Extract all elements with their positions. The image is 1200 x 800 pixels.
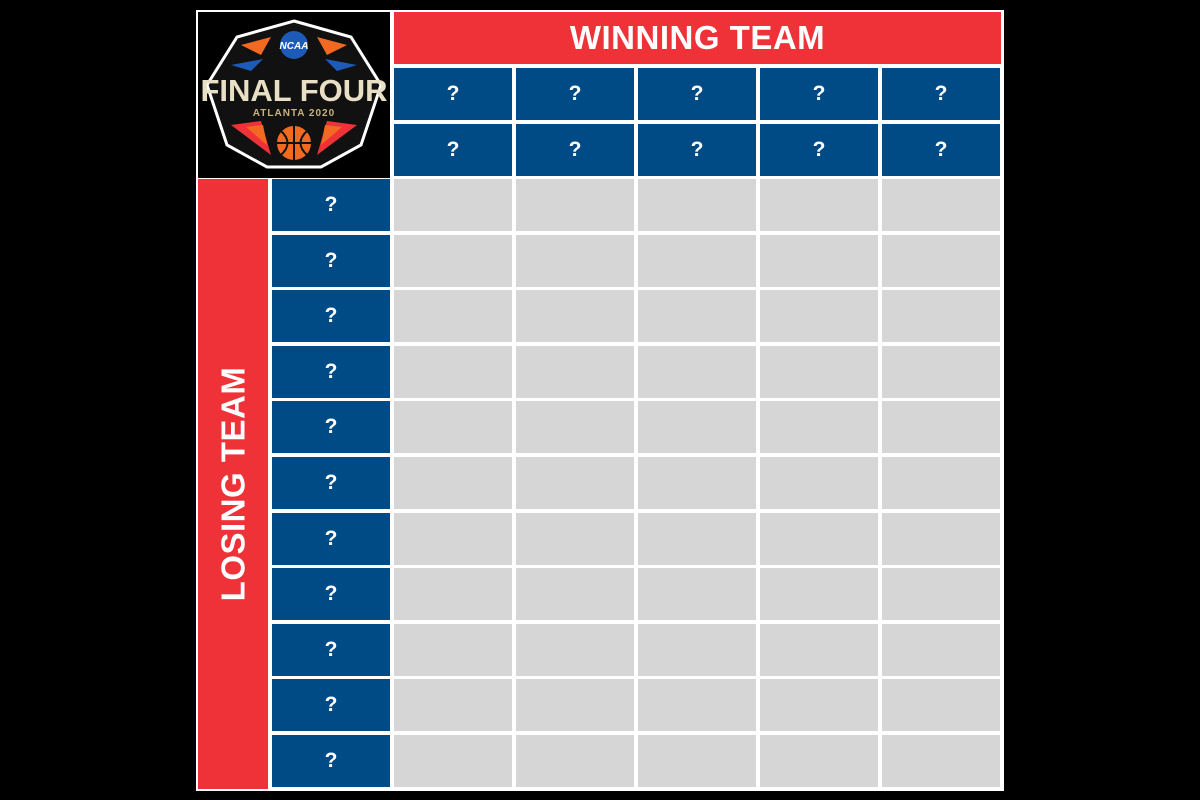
square-8-2[interactable]: [516, 568, 634, 620]
square-1-5[interactable]: [882, 179, 1000, 231]
losing-digit-11[interactable]: ?: [272, 735, 390, 787]
square-6-5[interactable]: [882, 457, 1000, 509]
square-6-4[interactable]: [760, 457, 878, 509]
losing-digit-9[interactable]: ?: [272, 624, 390, 676]
square-9-5[interactable]: [882, 624, 1000, 676]
square-4-1[interactable]: [394, 346, 512, 398]
losing-digit-1[interactable]: ?: [272, 179, 390, 231]
square-11-4[interactable]: [760, 735, 878, 787]
logo-subtitle: ATLANTA 2020: [253, 108, 335, 119]
square-9-1[interactable]: [394, 624, 512, 676]
square-2-4[interactable]: [760, 235, 878, 287]
losing-team-label: LOSING TEAM: [214, 366, 252, 602]
square-8-3[interactable]: [638, 568, 756, 620]
winning-digit-1-4[interactable]: ?: [760, 68, 878, 120]
square-2-5[interactable]: [882, 235, 1000, 287]
square-10-1[interactable]: [394, 679, 512, 731]
square-3-1[interactable]: [394, 290, 512, 342]
final-four-logo: NCAA FINAL FOUR ATLANTA 2020: [198, 12, 390, 178]
winning-digit-2-3[interactable]: ?: [638, 124, 756, 176]
square-7-3[interactable]: [638, 513, 756, 565]
square-11-1[interactable]: [394, 735, 512, 787]
square-6-1[interactable]: [394, 457, 512, 509]
square-5-1[interactable]: [394, 401, 512, 453]
square-5-5[interactable]: [882, 401, 1000, 453]
square-5-4[interactable]: [760, 401, 878, 453]
square-7-5[interactable]: [882, 513, 1000, 565]
square-7-1[interactable]: [394, 513, 512, 565]
square-5-3[interactable]: [638, 401, 756, 453]
square-8-5[interactable]: [882, 568, 1000, 620]
square-3-3[interactable]: [638, 290, 756, 342]
winning-digit-2-1[interactable]: ?: [394, 124, 512, 176]
square-3-2[interactable]: [516, 290, 634, 342]
square-4-4[interactable]: [760, 346, 878, 398]
losing-digit-8[interactable]: ?: [272, 568, 390, 620]
square-5-2[interactable]: [516, 401, 634, 453]
square-11-3[interactable]: [638, 735, 756, 787]
square-1-1[interactable]: [394, 179, 512, 231]
square-7-4[interactable]: [760, 513, 878, 565]
square-3-5[interactable]: [882, 290, 1000, 342]
square-9-4[interactable]: [760, 624, 878, 676]
square-6-3[interactable]: [638, 457, 756, 509]
square-10-2[interactable]: [516, 679, 634, 731]
square-1-3[interactable]: [638, 179, 756, 231]
square-8-1[interactable]: [394, 568, 512, 620]
square-9-3[interactable]: [638, 624, 756, 676]
square-7-2[interactable]: [516, 513, 634, 565]
losing-digit-5[interactable]: ?: [272, 401, 390, 453]
square-4-3[interactable]: [638, 346, 756, 398]
winning-digit-1-3[interactable]: ?: [638, 68, 756, 120]
final-four-logo-icon: NCAA FINAL FOUR ATLANTA 2020: [201, 19, 387, 169]
square-1-4[interactable]: [760, 179, 878, 231]
losing-digit-10[interactable]: ?: [272, 679, 390, 731]
squares-board: NCAA FINAL FOUR ATLANTA 2020 WINNING TEA…: [196, 10, 1004, 791]
square-4-2[interactable]: [516, 346, 634, 398]
square-2-3[interactable]: [638, 235, 756, 287]
square-2-2[interactable]: [516, 235, 634, 287]
square-11-2[interactable]: [516, 735, 634, 787]
square-4-5[interactable]: [882, 346, 1000, 398]
ncaa-text: NCAA: [280, 41, 309, 52]
winning-digit-2-2[interactable]: ?: [516, 124, 634, 176]
losing-digit-3[interactable]: ?: [272, 290, 390, 342]
losing-digit-7[interactable]: ?: [272, 513, 390, 565]
losing-digit-2[interactable]: ?: [272, 235, 390, 287]
square-10-4[interactable]: [760, 679, 878, 731]
square-8-4[interactable]: [760, 568, 878, 620]
losing-team-header: LOSING TEAM: [198, 179, 268, 789]
winning-digit-1-1[interactable]: ?: [394, 68, 512, 120]
square-9-2[interactable]: [516, 624, 634, 676]
square-10-5[interactable]: [882, 679, 1000, 731]
square-11-5[interactable]: [882, 735, 1000, 787]
winning-digit-1-5[interactable]: ?: [882, 68, 1000, 120]
square-1-2[interactable]: [516, 179, 634, 231]
square-2-1[interactable]: [394, 235, 512, 287]
square-10-3[interactable]: [638, 679, 756, 731]
winning-team-header: WINNING TEAM: [394, 12, 1001, 64]
winning-digit-1-2[interactable]: ?: [516, 68, 634, 120]
logo-title: FINAL FOUR: [201, 73, 387, 108]
losing-digit-4[interactable]: ?: [272, 346, 390, 398]
square-3-4[interactable]: [760, 290, 878, 342]
winning-digit-2-5[interactable]: ?: [882, 124, 1000, 176]
square-6-2[interactable]: [516, 457, 634, 509]
winning-digit-2-4[interactable]: ?: [760, 124, 878, 176]
losing-digit-6[interactable]: ?: [272, 457, 390, 509]
